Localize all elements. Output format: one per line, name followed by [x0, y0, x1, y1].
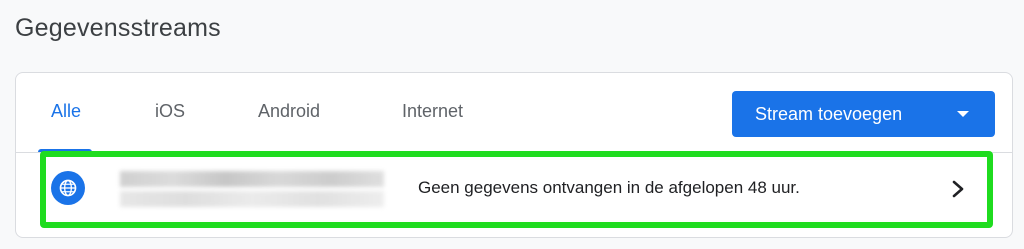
tab-internet[interactable]: Internet	[402, 101, 463, 122]
highlight-box	[40, 151, 993, 228]
tab-all[interactable]: Alle	[51, 101, 81, 122]
tab-android[interactable]: Android	[258, 101, 320, 122]
tab-ios[interactable]: iOS	[155, 101, 185, 122]
add-stream-label: Stream toevoegen	[755, 103, 903, 124]
data-streams-card: Alle iOS Android Internet Stream toevoeg…	[15, 72, 1013, 238]
page-title: Gegevensstreams	[15, 14, 221, 42]
platform-tabs: Alle iOS Android Internet	[16, 73, 716, 153]
add-stream-button[interactable]: Stream toevoegen	[732, 91, 995, 137]
dropdown-caret-icon	[957, 111, 969, 117]
